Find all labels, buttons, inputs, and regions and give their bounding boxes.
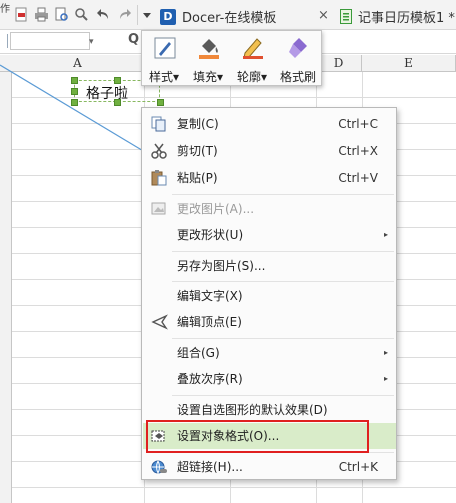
menu-item-change-picture: 更改图片(A)... bbox=[143, 196, 396, 222]
chevron-down-icon: ▾ bbox=[216, 70, 224, 84]
resize-handle[interactable] bbox=[71, 99, 78, 106]
shortcut-label: Ctrl+K bbox=[338, 460, 378, 474]
menu-item-label: 组合(G) bbox=[177, 346, 220, 360]
resize-handle[interactable] bbox=[157, 99, 164, 106]
paste-icon bbox=[150, 170, 168, 186]
diagonal-line-shape[interactable] bbox=[0, 55, 160, 165]
menu-item-label: 叠放次序(R) bbox=[177, 372, 243, 386]
print-icon[interactable] bbox=[34, 7, 49, 22]
menu-separator bbox=[172, 281, 394, 282]
menu-item-label: 编辑文字(X) bbox=[177, 289, 243, 303]
menu-item-hyperlink[interactable]: 超链接(H)... Ctrl+K bbox=[143, 454, 396, 480]
column-header-d[interactable]: D bbox=[316, 55, 362, 72]
hyperlink-icon bbox=[150, 459, 168, 475]
menu-item-label: 复制(C) bbox=[177, 117, 219, 131]
menu-item-copy[interactable]: 复制(C) Ctrl+C bbox=[143, 111, 396, 137]
docer-logo-icon: D bbox=[160, 8, 176, 25]
submenu-arrow-icon: ▸ bbox=[383, 230, 388, 239]
menu-separator bbox=[172, 251, 394, 252]
pencil-outline-icon bbox=[243, 38, 263, 59]
export-pdf-icon[interactable] bbox=[14, 7, 29, 22]
highlight-annotation-frame bbox=[146, 420, 369, 453]
resize-handle[interactable] bbox=[71, 77, 78, 84]
outline-button[interactable]: 轮廓▾ bbox=[232, 34, 272, 84]
chevron-down-icon: ▾ bbox=[260, 70, 268, 84]
menu-item-edit-text[interactable]: 编辑文字(X) bbox=[143, 283, 396, 309]
paint-bucket-icon bbox=[199, 39, 219, 59]
menu-separator bbox=[172, 194, 394, 195]
menu-separator bbox=[172, 395, 394, 396]
textbox-text: 格子啦 bbox=[86, 86, 128, 102]
shortcut-label: Ctrl+V bbox=[338, 171, 378, 185]
resize-handle[interactable] bbox=[71, 88, 78, 95]
search-icon[interactable]: Q bbox=[128, 32, 139, 47]
menu-item-label: 更改形状(U) bbox=[177, 228, 244, 242]
floating-format-toolbar: 样式▾ 填充▾ 轮廓▾ 格式刷 bbox=[141, 30, 322, 86]
menu-item-order[interactable]: 叠放次序(R) ▸ bbox=[143, 366, 396, 392]
menu-item-edit-points[interactable]: 编辑顶点(E) bbox=[143, 309, 396, 335]
tab-label: 记事日历模板1 * bbox=[358, 11, 455, 26]
menu-item-label: 另存为图片(S)... bbox=[177, 259, 266, 273]
style-label: 样式 bbox=[148, 70, 173, 84]
close-tab-icon[interactable]: × bbox=[318, 8, 329, 23]
toolbar-divider bbox=[137, 5, 138, 25]
name-box[interactable]: ▾ bbox=[10, 32, 94, 50]
format-painter-label: 格式刷 bbox=[279, 70, 316, 84]
menu-item-label: 超链接(H)... bbox=[177, 460, 243, 474]
menu-item-label: 编辑顶点(E) bbox=[177, 315, 242, 329]
undo-icon[interactable] bbox=[96, 7, 111, 22]
menu-separator bbox=[172, 338, 394, 339]
fill-label: 填充 bbox=[192, 70, 217, 84]
chevron-down-icon[interactable]: ▾ bbox=[89, 33, 94, 51]
pen-style-icon bbox=[154, 37, 176, 59]
style-button[interactable]: 样式▾ bbox=[144, 34, 184, 84]
customize-arrow-icon[interactable] bbox=[142, 9, 157, 24]
menu-item-label: 粘贴(P) bbox=[177, 171, 218, 185]
submenu-arrow-icon: ▸ bbox=[383, 374, 388, 383]
menu-item-label: 剪切(T) bbox=[177, 144, 218, 158]
menu-item-paste[interactable]: 粘贴(P) Ctrl+V bbox=[143, 165, 396, 191]
change-picture-icon bbox=[150, 201, 168, 217]
fill-button[interactable]: 填充▾ bbox=[188, 34, 228, 84]
print-preview-icon[interactable] bbox=[54, 7, 69, 22]
quick-access-toolbar: 作 D Docer-在线模板 × 记事日历模板1 * bbox=[0, 0, 456, 30]
toolbar-edge-label: 作 bbox=[0, 4, 10, 15]
resize-handle[interactable] bbox=[114, 99, 121, 106]
find-icon[interactable] bbox=[74, 7, 89, 22]
outline-label: 轮廓 bbox=[236, 70, 261, 84]
scissors-icon bbox=[150, 143, 168, 159]
menu-item-save-as-picture[interactable]: 另存为图片(S)... bbox=[143, 253, 396, 279]
chevron-down-icon: ▾ bbox=[172, 70, 180, 84]
resize-handle[interactable] bbox=[114, 77, 121, 84]
sheet-corner-icon bbox=[0, 34, 8, 48]
format-painter-icon bbox=[289, 38, 307, 58]
shortcut-label: Ctrl+X bbox=[338, 144, 378, 158]
menu-item-label: 更改图片(A)... bbox=[177, 202, 255, 216]
format-painter-button[interactable]: 格式刷 bbox=[278, 34, 318, 84]
column-header-e[interactable]: E bbox=[362, 55, 456, 72]
menu-item-change-shape[interactable]: 更改形状(U) ▸ bbox=[143, 222, 396, 248]
tab-label: Docer-在线模板 bbox=[182, 11, 277, 26]
document-icon bbox=[340, 9, 352, 24]
shortcut-label: Ctrl+C bbox=[338, 117, 378, 131]
tab-docer[interactable]: D Docer-在线模板 bbox=[160, 3, 276, 30]
menu-item-group[interactable]: 组合(G) ▸ bbox=[143, 340, 396, 366]
redo-icon[interactable] bbox=[117, 7, 132, 22]
copy-icon bbox=[150, 116, 168, 132]
edit-points-icon bbox=[150, 314, 168, 330]
tab-document[interactable]: 记事日历模板1 * bbox=[340, 3, 455, 30]
submenu-arrow-icon: ▸ bbox=[383, 348, 388, 357]
menu-item-cut[interactable]: 剪切(T) Ctrl+X bbox=[143, 138, 396, 164]
